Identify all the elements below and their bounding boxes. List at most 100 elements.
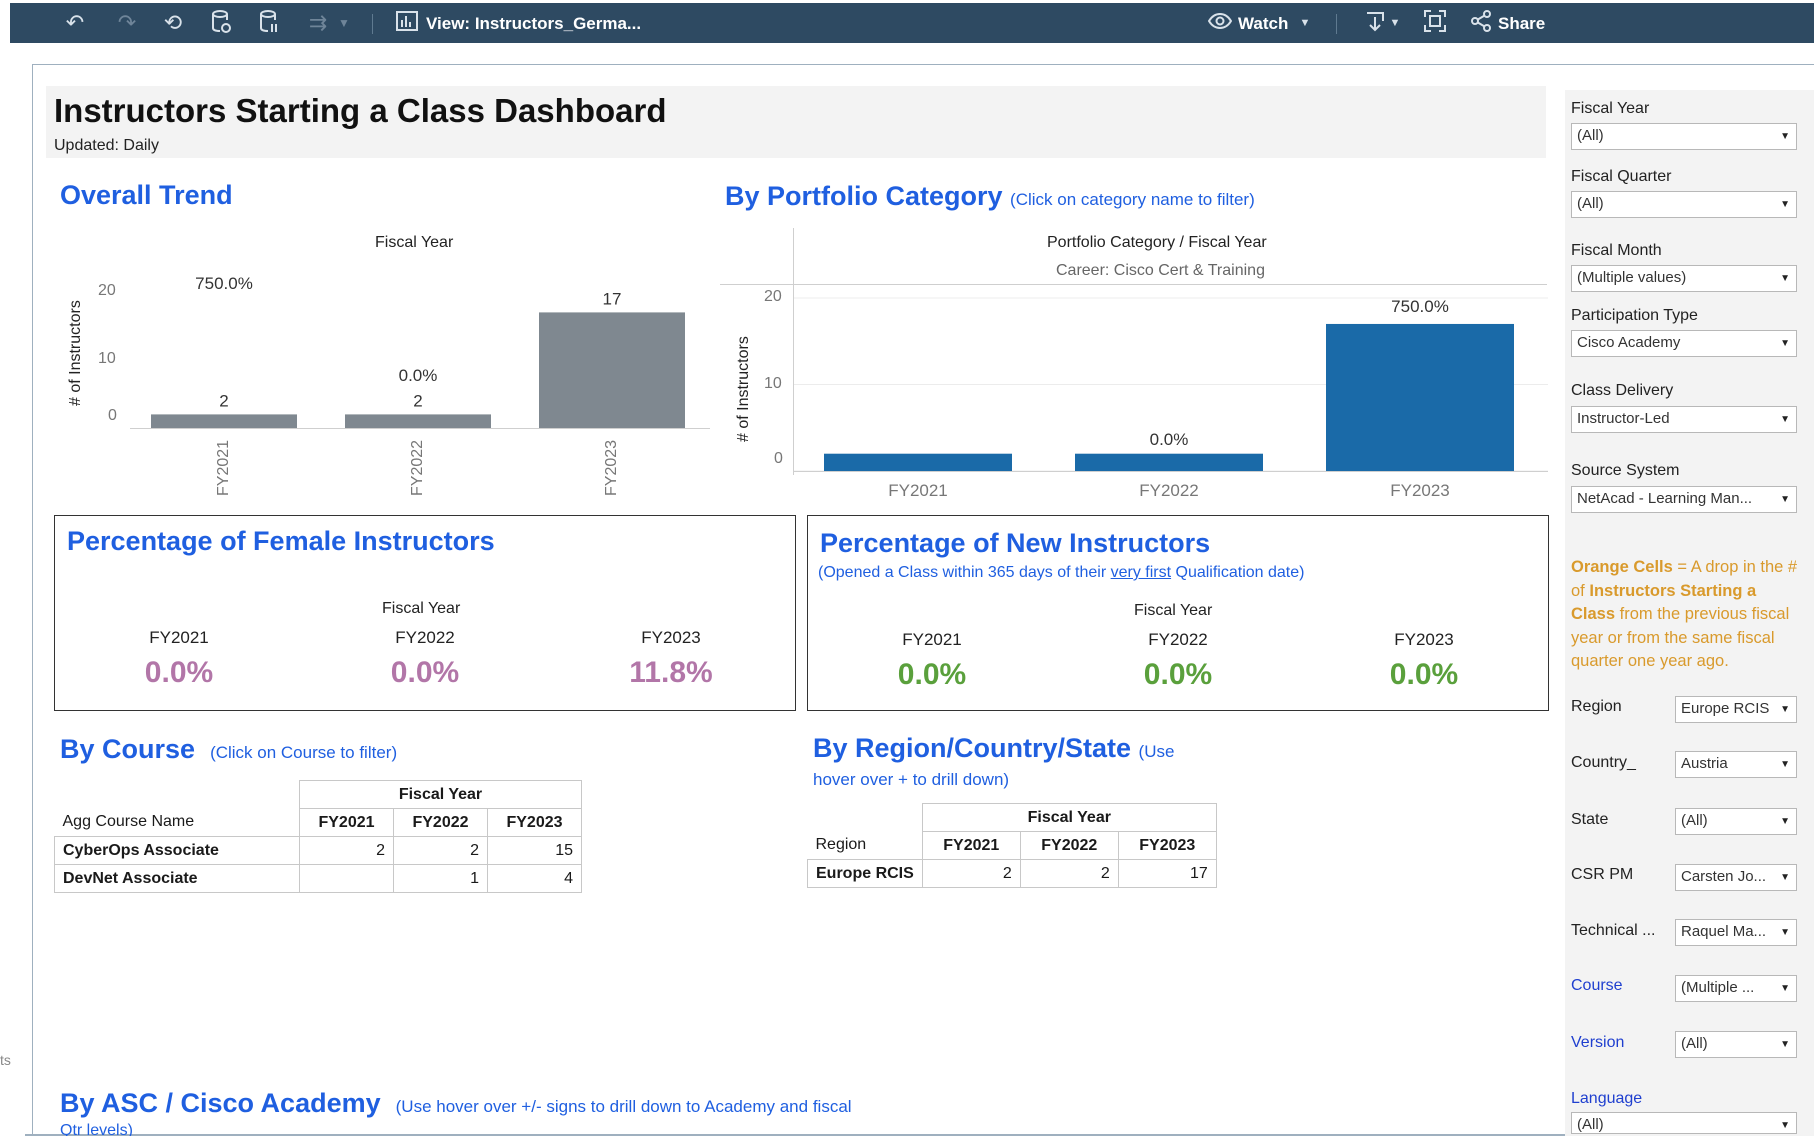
download-icon[interactable] — [1362, 9, 1388, 37]
version-dropdown-value: (All) — [1681, 1035, 1708, 1052]
by-region-title: By Region/Country/State (Use — [813, 733, 1174, 764]
portfolio-pct-label: 750.0% — [1391, 297, 1449, 316]
toolbar: ↶ ↷ ⟲ ⇉ ▼ View: Instructors_Germa... Wat… — [10, 3, 1814, 43]
region-dropdown[interactable]: Europe RCIS ▼ — [1675, 696, 1797, 723]
class-delivery-dropdown[interactable]: Instructor-Led ▼ — [1571, 406, 1797, 433]
state-dropdown[interactable]: (All) ▼ — [1675, 808, 1797, 835]
watch-chevron-icon[interactable]: ▼ — [1298, 9, 1312, 37]
overall-trend-pct-label: 0.0% — [398, 366, 438, 385]
by-course-header: Fiscal Year — [299, 780, 582, 809]
by-region-row-header: Region — [807, 831, 923, 860]
bar-FY2023[interactable] — [1326, 323, 1514, 471]
portfolio-note: (Click on category name to filter) — [1010, 190, 1255, 209]
pause-updates-icon[interactable] — [256, 9, 282, 37]
new-instructors-title: Percentage of New Instructors — [820, 528, 1211, 558]
fiscal-month-dropdown-value: (Multiple values) — [1577, 269, 1687, 286]
fiscal-year-dropdown-value: (All) — [1577, 127, 1604, 144]
stray-text: ts — [0, 1052, 11, 1068]
class-delivery-filter-label: Class Delivery — [1571, 382, 1674, 399]
portfolio-xlabel: FY2022 — [1139, 481, 1199, 500]
table-row: CyberOps Associate 2 2 15 — [54, 836, 582, 865]
portfolio-pct-label: 0.0% — [1149, 430, 1189, 449]
overall-trend-tick: 20 — [98, 282, 116, 299]
course-dropdown[interactable]: (Multiple ... ▼ — [1675, 975, 1797, 1002]
corner-cell — [55, 781, 300, 809]
portfolio-tick: 10 — [764, 375, 782, 392]
participation-type-dropdown[interactable]: Cisco Academy ▼ — [1571, 330, 1797, 357]
source-system-dropdown[interactable]: NetAcad - Learning Man... ▼ — [1571, 486, 1797, 513]
by-course-table: Fiscal Year Agg Course Name FY2021 FY202… — [54, 780, 582, 893]
table-row: DevNet Associate 1 4 — [54, 864, 582, 893]
portfolio-title-text: By Portfolio Category — [725, 181, 1003, 211]
female-instructors-title: Percentage of Female Instructors — [67, 526, 495, 556]
by-asc-title-text: By ASC / Cisco Academy — [60, 1088, 381, 1118]
new-col-label: FY2021 — [902, 630, 962, 649]
bar-value-label: 17 — [603, 289, 622, 308]
country-dropdown[interactable]: Austria ▼ — [1675, 751, 1797, 778]
bar-FY2023[interactable] — [539, 312, 685, 428]
chevron-down-icon: ▼ — [1780, 131, 1790, 142]
by-region-header: Fiscal Year — [921, 803, 1217, 832]
value-cell: 2 — [921, 859, 1021, 888]
country-filter-label: Country_ — [1571, 754, 1636, 771]
region-name-cell[interactable]: Europe RCIS — [807, 859, 923, 888]
by-course-title: By Course (Click on Course to filter) — [60, 734, 397, 765]
state-dropdown-value: (All) — [1681, 812, 1708, 829]
portfolio-header: Portfolio Category / Fiscal Year — [1047, 234, 1267, 251]
value-cell: 2 — [393, 836, 488, 865]
csr-pm-filter-label: CSR PM — [1571, 866, 1634, 883]
chevron-down-icon: ▼ — [1780, 704, 1790, 715]
female-col-label: FY2022 — [395, 628, 455, 647]
technical-dropdown-value: Raquel Ma... — [1681, 923, 1767, 940]
fiscal-month-dropdown[interactable]: (Multiple values) ▼ — [1571, 265, 1797, 292]
value-cell: 17 — [1117, 859, 1217, 888]
participation-type-dropdown-value: Cisco Academy — [1577, 334, 1681, 351]
portfolio-tick: 20 — [764, 288, 782, 305]
chevron-down-icon: ▼ — [1780, 199, 1790, 210]
course-name-cell[interactable]: CyberOps Associate — [54, 836, 300, 865]
value-cell — [299, 864, 394, 893]
share-icon[interactable] — [1468, 9, 1494, 37]
chevron-down-icon[interactable]: ▼ — [336, 9, 352, 37]
overall-trend-xlabel: FY2023 — [603, 439, 620, 496]
new-pct-value: 0.0% — [897, 658, 967, 691]
fiscal-year-dropdown[interactable]: (All) ▼ — [1571, 123, 1797, 150]
class-delivery-dropdown-value: Instructor-Led — [1577, 410, 1670, 427]
bar-FY2021[interactable] — [824, 453, 1012, 471]
bar-FY2022[interactable] — [345, 414, 491, 428]
fiscal-quarter-dropdown[interactable]: (All) ▼ — [1571, 191, 1797, 218]
undo-icon[interactable]: ↶ — [62, 9, 88, 37]
share-button[interactable]: Share — [1498, 13, 1545, 35]
language-filter-label: Language — [1571, 1090, 1643, 1107]
version-dropdown[interactable]: (All) ▼ — [1675, 1031, 1797, 1058]
eye-icon[interactable] — [1206, 9, 1234, 37]
chevron-down-icon: ▼ — [1780, 816, 1790, 827]
language-dropdown[interactable]: (All) ▼ — [1571, 1112, 1797, 1134]
revert-icon[interactable]: ⟲ — [160, 9, 186, 37]
technical-filter-label: Technical ... — [1571, 922, 1656, 939]
fullscreen-icon[interactable] — [1422, 9, 1448, 37]
bar-FY2021[interactable] — [151, 414, 297, 428]
course-name-cell[interactable]: DevNet Associate — [54, 864, 300, 893]
by-region-title-text: By Region/Country/State — [813, 733, 1132, 763]
portfolio-category-link[interactable]: Career: Cisco Cert & Training — [1056, 262, 1265, 280]
dashboard-title: Instructors Starting a Class Dashboard — [54, 92, 667, 129]
download-chevron-icon[interactable]: ▼ — [1388, 9, 1402, 37]
portfolio-title: By Portfolio Category (Click on category… — [725, 181, 1255, 212]
version-filter-label: Version — [1571, 1034, 1625, 1051]
overall-trend-header: Fiscal Year — [375, 234, 454, 251]
watch-button[interactable]: Watch — [1238, 13, 1288, 35]
by-course-title-text: By Course — [60, 734, 196, 764]
by-course-note: (Click on Course to filter) — [210, 743, 398, 762]
new-col-label: FY2022 — [1148, 630, 1208, 649]
bar-FY2022[interactable] — [1075, 453, 1263, 471]
refresh-data-icon[interactable] — [208, 9, 234, 37]
technical-dropdown[interactable]: Raquel Ma... ▼ — [1675, 919, 1797, 946]
chevron-down-icon: ▼ — [1780, 494, 1790, 505]
redo-icon[interactable]: ↷ — [114, 9, 140, 37]
replay-animation-icon[interactable]: ⇉ — [302, 9, 334, 37]
csr-pm-dropdown[interactable]: Carsten Jo... ▼ — [1675, 864, 1797, 891]
view-name[interactable]: View: Instructors_Germa... — [426, 13, 641, 35]
table-row: Europe RCIS 2 2 17 — [807, 859, 1217, 888]
by-region-note-line2: hover over + to drill down) — [813, 770, 1010, 789]
